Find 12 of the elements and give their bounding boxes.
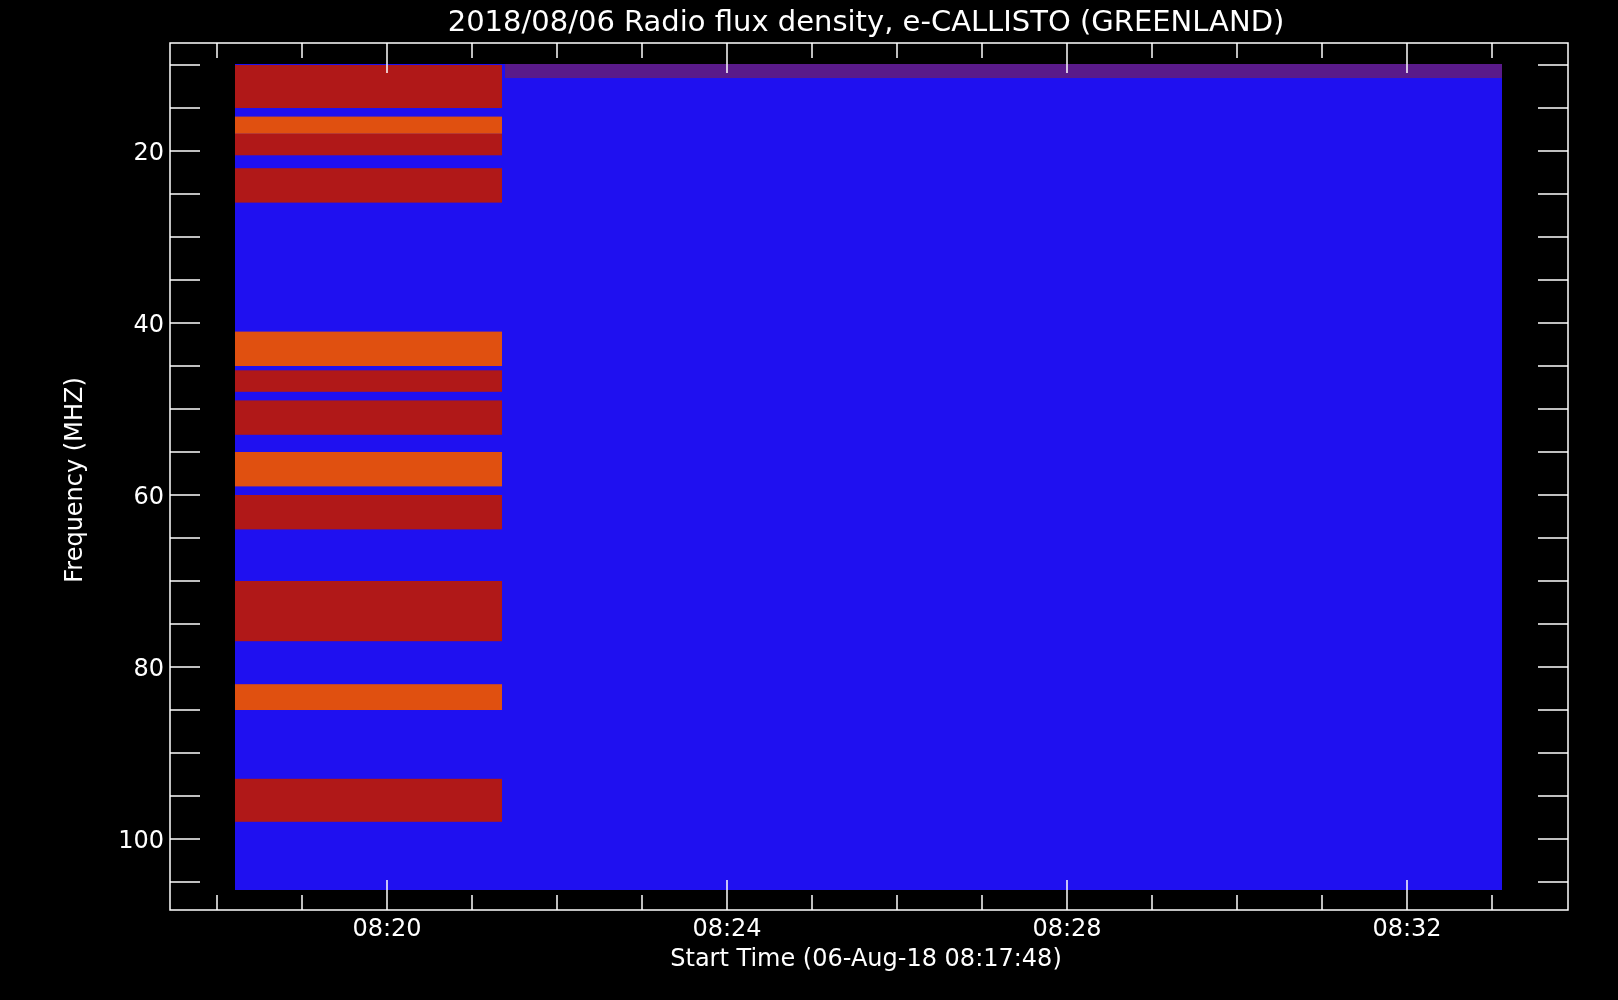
tick-label: 08:24: [692, 914, 762, 942]
tick-label: 80: [133, 654, 164, 682]
axis-label: Frequency (MHZ): [60, 377, 88, 583]
tick-label: 08:20: [352, 914, 422, 942]
tick-label: 20: [133, 138, 164, 166]
tick-label: 08:28: [1032, 914, 1102, 942]
tick-label: 60: [133, 482, 164, 510]
tick-label: 40: [133, 310, 164, 338]
tick-label: 08:32: [1372, 914, 1442, 942]
plot-title: 2018/08/06 Radio flux density, e-CALLISTO (GREENLAND): [447, 4, 1285, 38]
axis-label: Start Time (06-Aug-18 08:17:48): [670, 944, 1062, 972]
tick-label: 100: [118, 826, 164, 854]
